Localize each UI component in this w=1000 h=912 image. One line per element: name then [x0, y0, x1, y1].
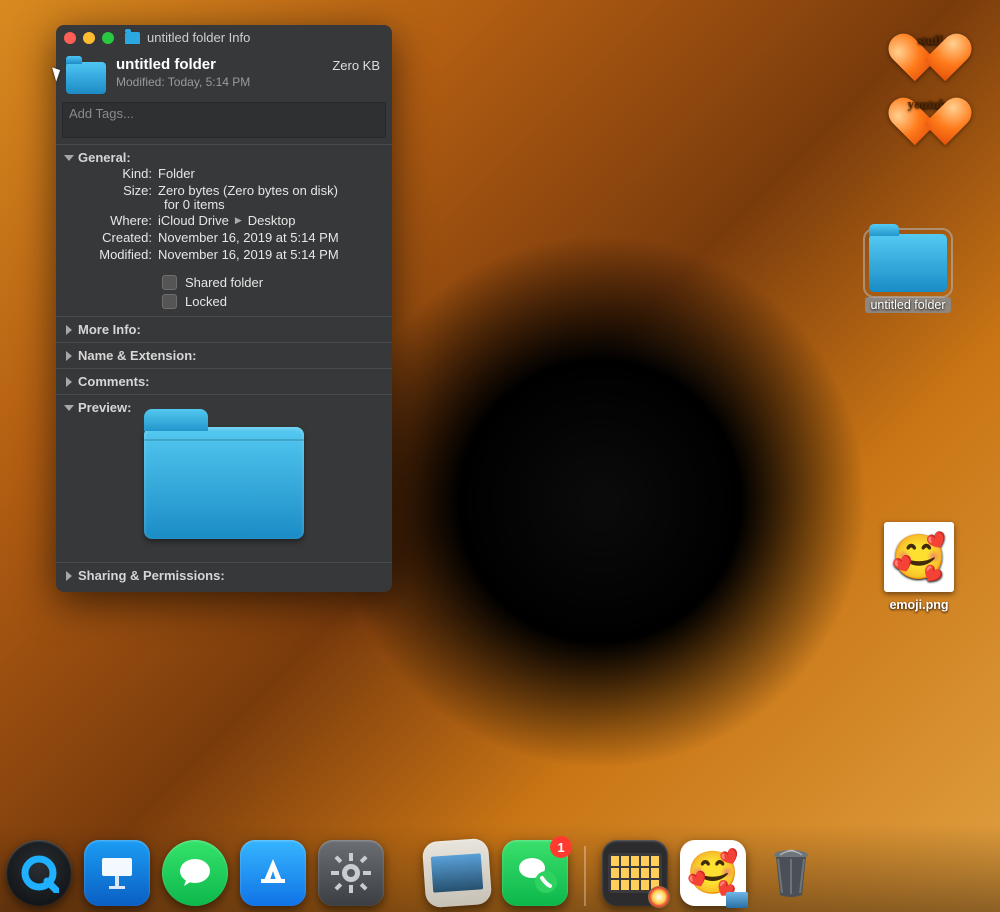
shared-folder-checkbox[interactable]: [162, 275, 177, 290]
disclosure-triangle-icon[interactable]: [66, 571, 72, 581]
image-file-icon: 🥰: [884, 522, 954, 592]
disclosure-triangle-icon[interactable]: [64, 155, 74, 161]
window-controls: [64, 32, 114, 44]
section-header-name-extension[interactable]: Name & Extension:: [56, 348, 392, 363]
trash-icon: [768, 847, 814, 899]
heart-folder-icon: youtube: [902, 78, 958, 126]
section-title: More Info:: [78, 322, 141, 337]
preview-app-badge-icon: [726, 892, 748, 908]
dock: 1 🥰: [0, 824, 1000, 912]
disclosure-triangle-icon[interactable]: [66, 351, 72, 361]
where-path-1: iCloud Drive: [158, 213, 229, 228]
disclosure-triangle-icon[interactable]: [66, 325, 72, 335]
created-label: Created:: [68, 230, 158, 245]
section-general: General: Kind:Folder Size:Zero bytes (Ze…: [56, 144, 392, 316]
section-header-preview[interactable]: Preview:: [56, 400, 392, 415]
appstore-icon: [253, 853, 293, 893]
disclosure-triangle-icon[interactable]: [66, 377, 72, 387]
keynote-icon: [96, 852, 138, 894]
item-name: untitled folder: [116, 56, 322, 73]
section-title: Preview:: [78, 400, 131, 415]
phone-bubble-icon: [512, 850, 558, 896]
section-header-general[interactable]: General:: [56, 150, 392, 165]
heart-folder-icon: stuff: [902, 14, 958, 62]
section-title: General:: [78, 150, 131, 165]
dock-separator: [584, 846, 586, 906]
shared-folder-label: Shared folder: [185, 275, 263, 290]
minimize-window-button[interactable]: [83, 32, 95, 44]
folder-icon[interactable]: [66, 62, 106, 94]
notification-badge: 1: [550, 836, 572, 858]
shared-folder-row[interactable]: Shared folder: [56, 273, 392, 292]
close-window-button[interactable]: [64, 32, 76, 44]
zoom-window-button[interactable]: [102, 32, 114, 44]
desktop-item-label: emoji.png: [884, 597, 953, 613]
disclosure-triangle-icon[interactable]: [64, 405, 74, 411]
dock-app-keynote[interactable]: [84, 840, 150, 906]
desktop-item-untitled-folder[interactable]: untitled folder: [858, 234, 958, 313]
heart-label: stuff: [902, 32, 958, 48]
where-label: Where:: [68, 213, 158, 228]
section-title: Sharing & Permissions:: [78, 568, 225, 583]
folder-icon: [125, 32, 140, 44]
size-label: Size:: [68, 183, 158, 198]
quicktime-icon: [19, 853, 59, 893]
tags-input[interactable]: Add Tags...: [62, 102, 386, 138]
get-info-window: untitled folder Info untitled folder Mod…: [56, 25, 392, 592]
titlebar[interactable]: untitled folder Info: [56, 25, 392, 50]
dock-app-messages[interactable]: [162, 840, 228, 906]
size-subvalue: for 0 items: [56, 197, 392, 212]
dock-minimized-preview[interactable]: 🥰: [680, 840, 746, 906]
chrome-badge-icon: [648, 886, 670, 908]
kind-label: Kind:: [68, 166, 158, 181]
preview-area: [56, 415, 392, 557]
where-value: iCloud Drive ▶ Desktop: [158, 213, 380, 228]
size-value: Zero bytes (Zero bytes on disk): [158, 183, 380, 198]
locked-row[interactable]: Locked: [56, 292, 392, 311]
dock-app-quicktime[interactable]: [6, 840, 72, 906]
folder-preview-icon: [144, 427, 304, 539]
dock-app-system-preferences[interactable]: [318, 840, 384, 906]
locked-checkbox[interactable]: [162, 294, 177, 309]
modified-label: Modified:: [68, 247, 158, 262]
info-header: untitled folder Modified: Today, 5:14 PM…: [56, 50, 392, 102]
dock-app-messages-facetime[interactable]: 1: [502, 840, 568, 906]
kind-value: Folder: [158, 166, 380, 181]
emoji-preview-icon: 🥰: [687, 849, 739, 898]
path-separator-icon: ▶: [235, 215, 242, 226]
dock-app-appstore[interactable]: [240, 840, 306, 906]
item-modified: Modified: Today, 5:14 PM: [116, 75, 322, 89]
section-title: Comments:: [78, 374, 150, 389]
dock-app-photos[interactable]: [422, 838, 492, 908]
where-path-2: Desktop: [248, 213, 296, 228]
section-title: Name & Extension:: [78, 348, 196, 363]
desktop-item-label: untitled folder: [865, 297, 950, 313]
messages-icon: [174, 852, 216, 894]
created-value: November 16, 2019 at 5:14 PM: [158, 230, 380, 245]
section-header-more-info[interactable]: More Info:: [56, 322, 392, 337]
modified-value: November 16, 2019 at 5:14 PM: [158, 247, 380, 262]
desktop-item-stuff[interactable]: stuff: [887, 14, 973, 62]
section-header-comments[interactable]: Comments:: [56, 374, 392, 389]
photo-thumbnail-icon: [431, 853, 483, 892]
dock-trash[interactable]: [758, 840, 824, 906]
section-header-sharing[interactable]: Sharing & Permissions:: [56, 568, 392, 583]
gear-icon: [329, 851, 373, 895]
item-size: Zero KB: [332, 58, 380, 73]
desktop-item-emoji-png[interactable]: 🥰 emoji.png: [876, 522, 962, 613]
section-preview: Preview:: [56, 394, 392, 562]
folder-icon: [869, 234, 947, 292]
heart-label: youtube: [902, 96, 958, 112]
window-title: untitled folder Info: [147, 30, 250, 45]
desktop-item-youtube[interactable]: youtube: [887, 78, 973, 126]
dock-minimized-finder-window[interactable]: [602, 840, 668, 906]
locked-label: Locked: [185, 294, 227, 309]
